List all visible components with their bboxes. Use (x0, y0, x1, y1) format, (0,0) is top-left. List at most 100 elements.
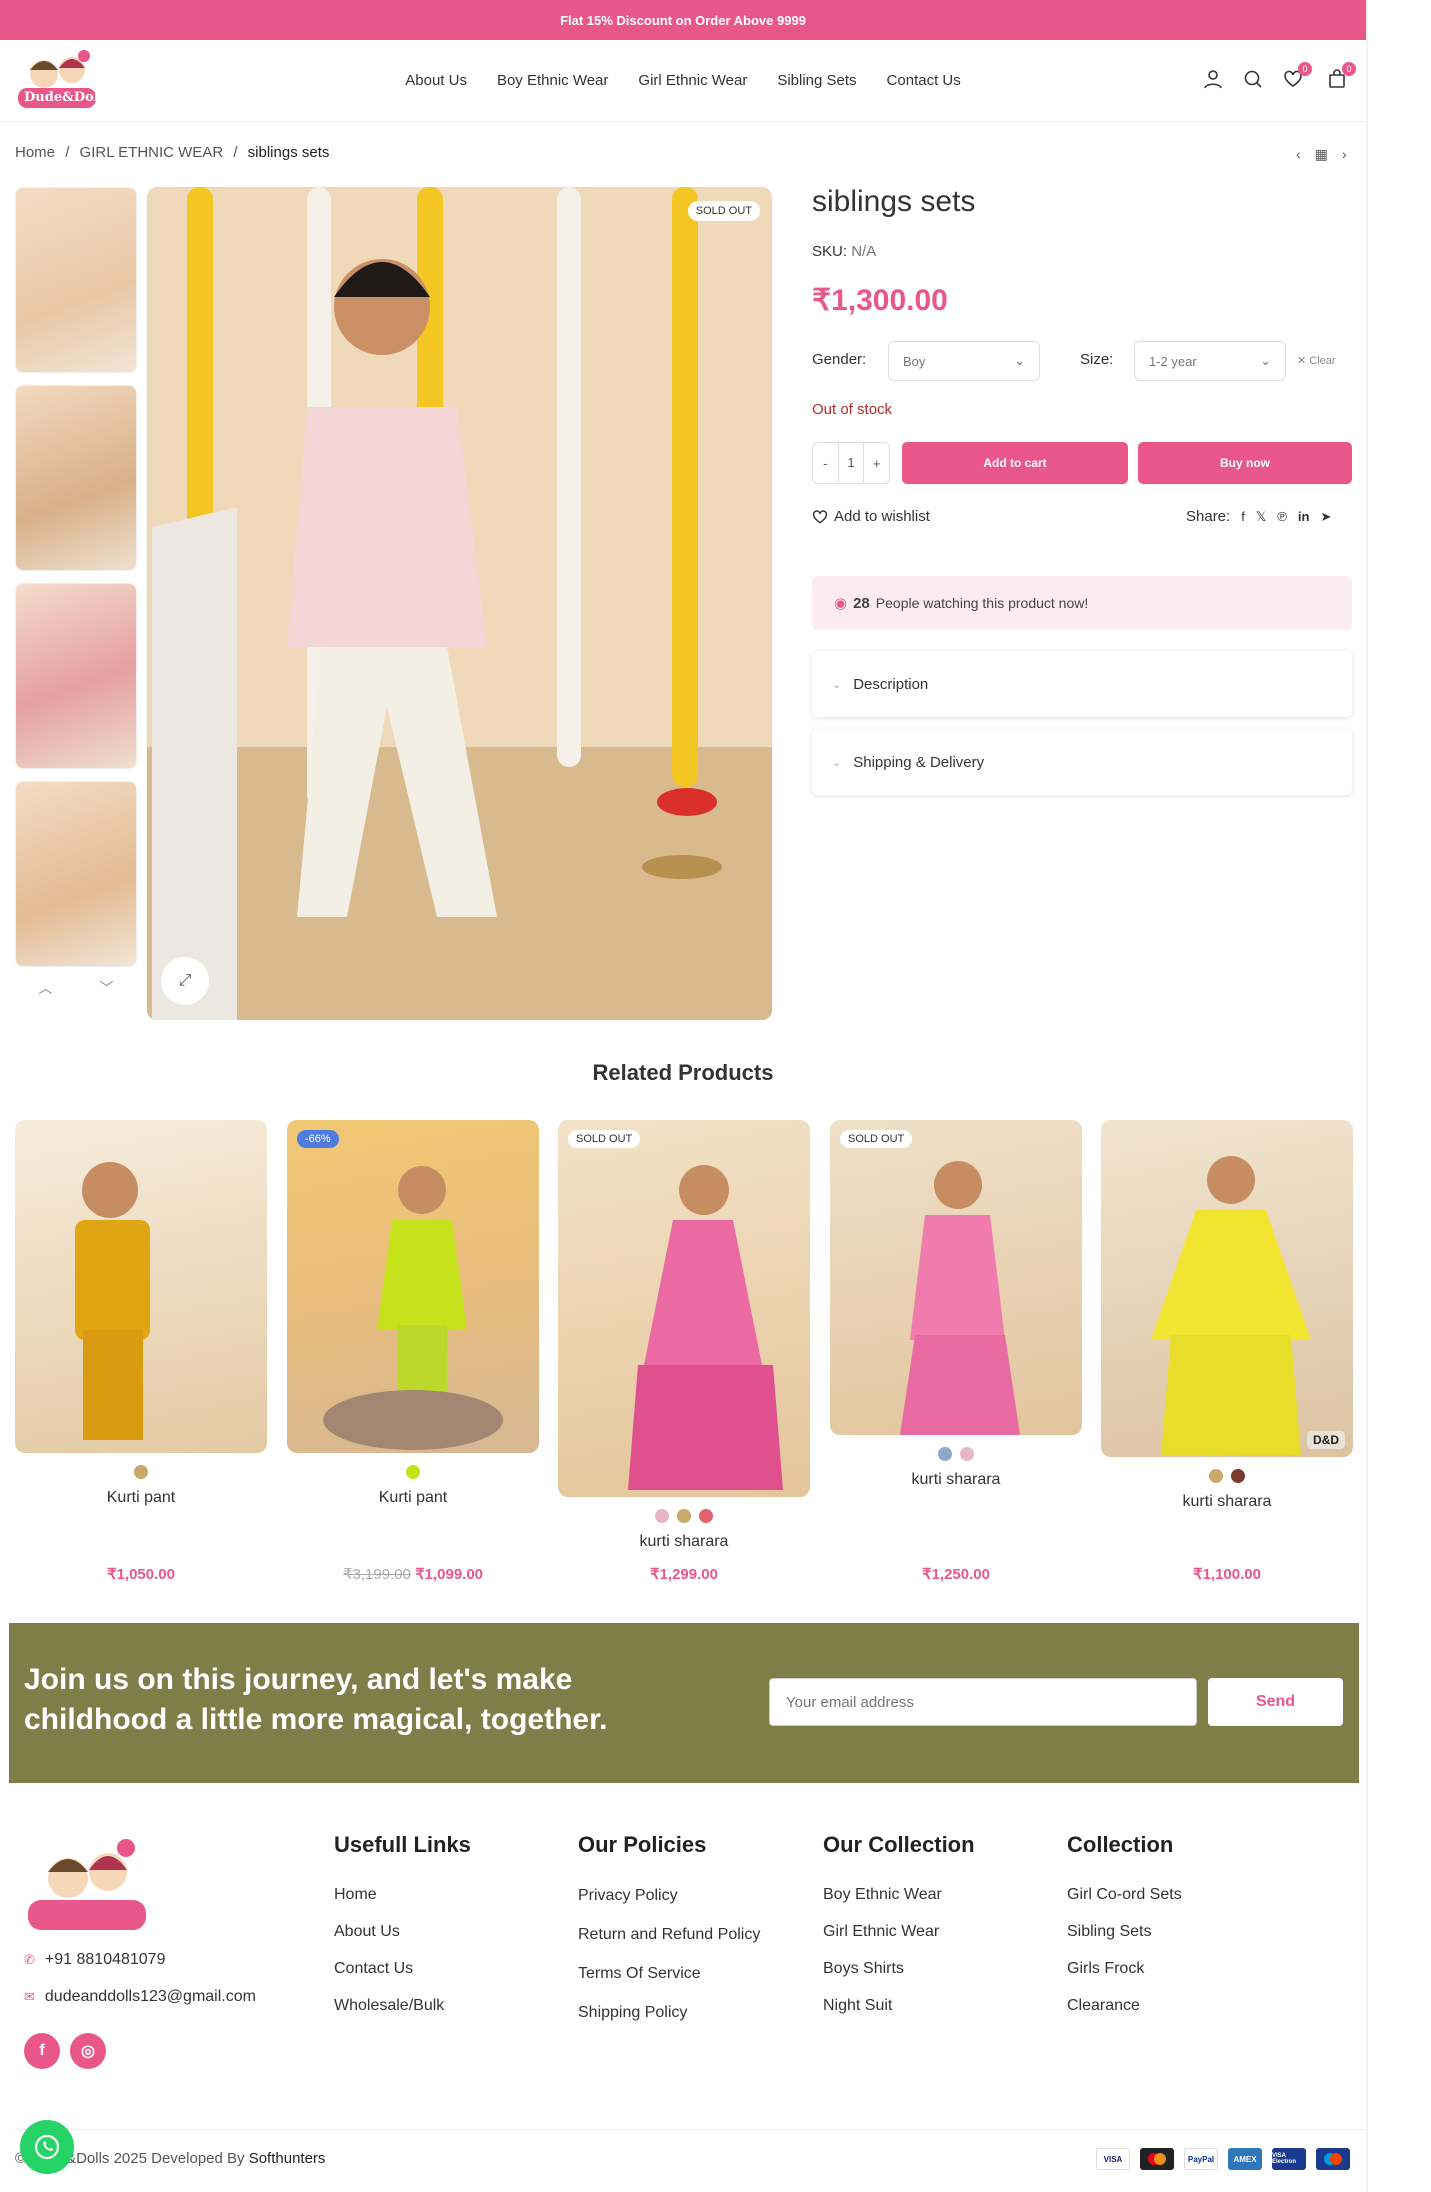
product-card-name[interactable]: kurti sharara (558, 1533, 810, 1551)
x-icon[interactable]: 𝕏 (1256, 509, 1266, 525)
buy-now-button[interactable]: Buy now (1138, 442, 1352, 484)
footer-link[interactable]: Girl Co-ord Sets (1067, 1876, 1182, 1913)
swatch[interactable] (699, 1509, 713, 1523)
thumbnail-1[interactable] (15, 187, 137, 373)
nav-girl-ethnic[interactable]: Girl Ethnic Wear (638, 72, 747, 89)
product-card[interactable]: -66% Kurti pant (287, 1120, 539, 1507)
crumb-sep: / (233, 144, 238, 161)
swatch[interactable] (1209, 1469, 1223, 1483)
main-product-image[interactable]: SOLD OUT ⤢ (147, 187, 772, 1020)
size-select[interactable]: 1-2 year ⌄ (1134, 341, 1286, 381)
footer-link[interactable]: Return and Refund Policy (578, 1915, 760, 1954)
product-card[interactable]: SOLD OUT kurti sharara (558, 1120, 810, 1551)
nav-contact[interactable]: Contact Us (887, 72, 961, 89)
product-card-image[interactable] (15, 1120, 267, 1453)
wishlist-icon[interactable]: 0 (1280, 62, 1312, 92)
thumb-down-icon[interactable]: ﹀ (76, 978, 137, 1006)
thumbnail-3[interactable] (15, 583, 137, 769)
product-card-image[interactable]: -66% (287, 1120, 539, 1453)
close-icon: ✕ (1297, 355, 1307, 367)
thumbnail-2[interactable] (15, 385, 137, 571)
qty-minus-button[interactable]: - (813, 456, 838, 471)
instagram-icon[interactable]: ◎ (70, 2033, 106, 2069)
product-card-image[interactable]: SOLD OUT (830, 1120, 1082, 1435)
swatch[interactable] (677, 1509, 691, 1523)
crumb-sep: / (65, 144, 70, 161)
footer-link[interactable]: Wholesale/Bulk (334, 1987, 471, 2024)
qty-plus-button[interactable]: + (864, 456, 889, 471)
footer-link[interactable]: Clearance (1067, 1987, 1182, 2024)
product-card-image[interactable]: D&D (1101, 1120, 1353, 1457)
swatch[interactable] (406, 1465, 420, 1479)
share-bar: Share: f 𝕏 ℗ in ➤ (1186, 508, 1331, 525)
footer-link[interactable]: Privacy Policy (578, 1876, 760, 1915)
telegram-icon[interactable]: ➤ (1320, 509, 1331, 525)
newsletter-send-button[interactable]: Send (1208, 1678, 1343, 1726)
facebook-icon[interactable]: f (1241, 509, 1245, 524)
product-card-name[interactable]: Kurti pant (15, 1489, 267, 1507)
product-card-name[interactable]: kurti sharara (1101, 1493, 1353, 1511)
prev-product-icon[interactable]: ‹ (1296, 146, 1301, 163)
cart-count: 0 (1342, 62, 1356, 76)
gender-select[interactable]: Boy ⌄ (888, 341, 1040, 381)
nav-boy-ethnic[interactable]: Boy Ethnic Wear (497, 72, 608, 89)
pinterest-icon[interactable]: ℗ (1277, 509, 1287, 524)
account-icon[interactable] (1200, 66, 1226, 92)
whatsapp-icon (34, 2134, 60, 2160)
footer-link[interactable]: Night Suit (823, 1987, 975, 2024)
search-icon[interactable] (1240, 66, 1266, 92)
nav-sibling-sets[interactable]: Sibling Sets (777, 72, 856, 89)
linkedin-icon[interactable]: in (1298, 509, 1310, 524)
swatch[interactable] (134, 1465, 148, 1479)
gender-label: Gender: (812, 351, 867, 368)
swatch[interactable] (960, 1447, 974, 1461)
thumb-up-icon[interactable]: ︿ (15, 978, 76, 1006)
thumbnail-4[interactable] (15, 781, 137, 967)
stock-status: Out of stock (812, 401, 893, 418)
product-card[interactable]: SOLD OUT kurti sharara (830, 1120, 1082, 1489)
footer-link[interactable]: Boys Shirts (823, 1950, 975, 1987)
product-card-name[interactable]: Kurti pant (287, 1489, 539, 1507)
footer-link[interactable]: Shipping Policy (578, 1993, 760, 2032)
add-to-wishlist[interactable]: Add to wishlist (812, 508, 930, 525)
share-label: Share: (1186, 508, 1231, 525)
tab-shipping[interactable]: ⌄ Shipping & Delivery (812, 729, 1352, 795)
grid-icon[interactable]: ▦ (1315, 146, 1328, 163)
footer-link[interactable]: Girl Ethnic Wear (823, 1913, 975, 1950)
swatch[interactable] (938, 1447, 952, 1461)
product-card[interactable]: Kurti pant (15, 1120, 267, 1507)
product-card[interactable]: D&D kurti sharara (1101, 1120, 1353, 1511)
footer-logo[interactable] (24, 1832, 150, 1942)
add-to-cart-button[interactable]: Add to cart (902, 442, 1128, 484)
swatch[interactable] (1231, 1469, 1245, 1483)
crumb-category[interactable]: GIRL ETHNIC WEAR (80, 144, 224, 161)
product-card-price: ₹1,299.00 (558, 1565, 810, 1583)
copyright-brand[interactable]: Softhunters (249, 2150, 326, 2167)
crumb-home[interactable]: Home (15, 144, 55, 161)
footer-link[interactable]: Boy Ethnic Wear (823, 1876, 975, 1913)
product-card-image[interactable]: SOLD OUT (558, 1120, 810, 1497)
promo-text: Flat 15% Discount on Order Above 9999 (560, 12, 806, 28)
facebook-icon[interactable]: f (24, 2033, 60, 2069)
footer-link[interactable]: Contact Us (334, 1950, 471, 1987)
footer-link[interactable]: Sibling Sets (1067, 1913, 1182, 1950)
qty-input[interactable]: 1 (837, 443, 865, 483)
newsletter-email-input[interactable] (769, 1678, 1197, 1726)
next-product-icon[interactable]: › (1342, 146, 1347, 163)
clear-link[interactable]: ✕ Clear (1297, 354, 1336, 367)
footer-link[interactable]: Girls Frock (1067, 1950, 1182, 1987)
product-card-price: ₹3,199.00 ₹1,099.00 (287, 1565, 539, 1583)
footer-link[interactable]: Home (334, 1876, 471, 1913)
footer-phone[interactable]: ✆ +91 8810481079 (24, 1951, 165, 1969)
price-value: ₹1,050.00 (107, 1566, 175, 1583)
footer-link[interactable]: Terms Of Service (578, 1954, 760, 1993)
swatch[interactable] (655, 1509, 669, 1523)
footer-email[interactable]: ✉ dudeanddolls123@gmail.com (24, 1988, 256, 2006)
nav-about[interactable]: About Us (405, 72, 467, 89)
product-card-name[interactable]: kurti sharara (830, 1471, 1082, 1489)
tab-description[interactable]: ⌄ Description (812, 651, 1352, 717)
zoom-icon[interactable]: ⤢ (161, 957, 209, 1005)
whatsapp-button[interactable] (20, 2120, 74, 2174)
footer-link[interactable]: About Us (334, 1913, 471, 1950)
cart-icon[interactable]: 0 (1324, 62, 1356, 92)
